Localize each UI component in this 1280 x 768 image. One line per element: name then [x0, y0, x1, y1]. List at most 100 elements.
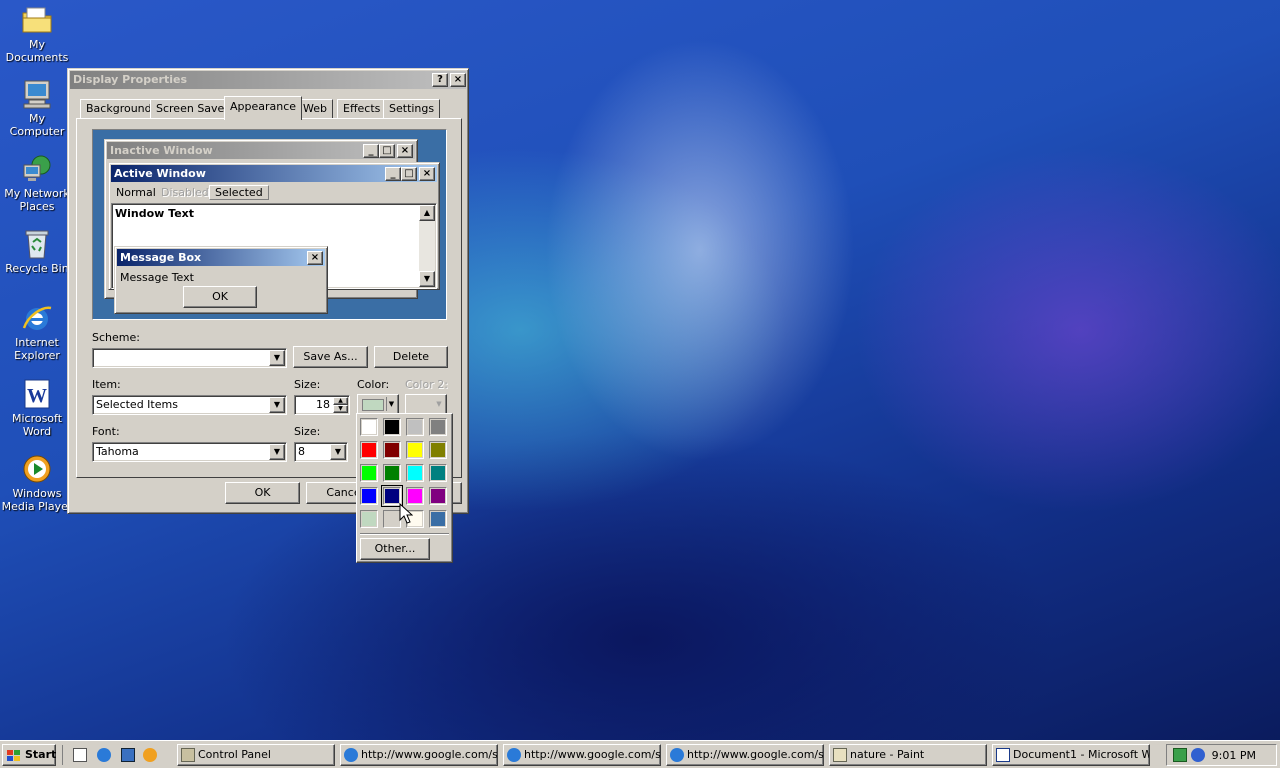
- internet-explorer-icon: [21, 302, 53, 334]
- color-label: Color:: [357, 378, 390, 391]
- update-tray-icon[interactable]: [1191, 748, 1205, 762]
- internet-explorer-icon[interactable]: [97, 748, 111, 762]
- recycle-bin-icon: [21, 228, 53, 260]
- color-swatch[interactable]: [383, 418, 401, 436]
- color-swatch[interactable]: [429, 487, 447, 505]
- chevron-down-icon: ▼: [386, 397, 396, 411]
- color-swatch[interactable]: [429, 510, 447, 528]
- taskbar-button-control-panel[interactable]: Control Panel: [177, 744, 335, 766]
- quick-launch: [62, 745, 166, 765]
- preview-window-text: Window Text: [115, 207, 195, 220]
- font-size-select[interactable]: 8 ▼: [294, 442, 348, 462]
- color-swatch[interactable]: [360, 418, 378, 436]
- color-button-swatch: [362, 399, 384, 411]
- desktop-icon-recycle-bin[interactable]: Recycle Bin: [0, 228, 74, 275]
- color-swatch[interactable]: [360, 510, 378, 528]
- network-icon: [21, 153, 53, 185]
- scheme-select[interactable]: ▼: [92, 348, 287, 368]
- desktop-icon-my-documents[interactable]: My Documents: [0, 4, 74, 64]
- close-button[interactable]: ×: [450, 73, 466, 87]
- clock[interactable]: 9:01 PM: [1212, 749, 1256, 762]
- font-select[interactable]: Tahoma ▼: [92, 442, 287, 462]
- word-icon: [996, 748, 1010, 762]
- color-swatch[interactable]: [406, 464, 424, 482]
- preview-message-title: Message Box: [120, 251, 202, 264]
- taskbar-button-word[interactable]: Document1 - Microsoft W...: [992, 744, 1150, 766]
- svg-text:W: W: [27, 385, 47, 407]
- network-tray-icon[interactable]: [1173, 748, 1187, 762]
- color-swatch[interactable]: [360, 441, 378, 459]
- color-swatch[interactable]: [383, 441, 401, 459]
- spin-up-icon[interactable]: ▲: [333, 397, 348, 405]
- chevron-down-icon[interactable]: ▼: [269, 350, 285, 366]
- font-size-label: Size:: [294, 425, 321, 438]
- desktop-icon-windows-media-player[interactable]: Windows Media Player: [0, 453, 74, 513]
- desktop-icon-label: My Computer: [9, 112, 65, 138]
- show-desktop-icon[interactable]: [73, 748, 87, 762]
- preview-menu-disabled: Disabled: [161, 186, 209, 199]
- color-picker-popup: Other...: [356, 413, 453, 563]
- color-swatch[interactable]: [360, 487, 378, 505]
- desktop-icon-label: My Network Places: [4, 187, 70, 213]
- preview-active-title: Active Window: [114, 167, 206, 180]
- paint-icon: [833, 748, 847, 762]
- preview-menu-normal: Normal: [116, 186, 156, 199]
- taskbar-button-google-3[interactable]: http://www.google.com/s...: [666, 744, 824, 766]
- color-swatch[interactable]: [429, 441, 447, 459]
- color-swatch[interactable]: [406, 441, 424, 459]
- desktop-icon-label: Microsoft Word: [11, 412, 63, 438]
- desktop-icon-my-computer[interactable]: My Computer: [0, 78, 74, 138]
- outlook-express-icon[interactable]: [121, 748, 135, 762]
- color-swatch[interactable]: [383, 464, 401, 482]
- preview-menu-selected: Selected: [209, 185, 269, 200]
- color-swatch[interactable]: [360, 464, 378, 482]
- color-swatch[interactable]: [406, 418, 424, 436]
- chevron-down-icon: ▼: [436, 400, 442, 408]
- start-button[interactable]: Start: [2, 744, 56, 766]
- tab-screen-saver[interactable]: Screen Saver: [150, 99, 235, 119]
- maximize-icon: □: [379, 144, 395, 158]
- maximize-icon: □: [401, 167, 417, 181]
- chevron-down-icon[interactable]: ▼: [269, 397, 285, 413]
- tab-background[interactable]: Background: [80, 99, 158, 119]
- tab-effects[interactable]: Effects: [337, 99, 387, 119]
- font-label: Font:: [92, 425, 120, 438]
- desktop-icon-internet-explorer[interactable]: Internet Explorer: [0, 302, 74, 362]
- preview-message-ok: OK: [183, 286, 257, 308]
- ok-button[interactable]: OK: [225, 482, 300, 504]
- internet-explorer-icon: [507, 748, 521, 762]
- chevron-down-icon[interactable]: ▼: [269, 444, 285, 460]
- tab-appearance[interactable]: Appearance: [224, 96, 303, 120]
- spin-down-icon[interactable]: ▼: [333, 405, 348, 413]
- internet-explorer-icon: [670, 748, 684, 762]
- media-player-icon[interactable]: [143, 748, 157, 762]
- taskbar-button-google-1[interactable]: http://www.google.com/s...: [340, 744, 498, 766]
- save-as-button[interactable]: Save As...: [293, 346, 368, 368]
- divider: [360, 533, 449, 535]
- desktop-icon-my-network-places[interactable]: My Network Places: [0, 153, 74, 213]
- taskbar-button-paint[interactable]: nature - Paint: [829, 744, 987, 766]
- preview-message-box: Message Box × Message Text OK: [114, 246, 328, 314]
- tab-web[interactable]: Web: [297, 99, 333, 119]
- desktop-icon-microsoft-word[interactable]: W Microsoft Word: [0, 378, 74, 438]
- dialog-titlebar[interactable]: Display Properties: [70, 71, 466, 89]
- other-color-button[interactable]: Other...: [360, 538, 430, 560]
- word-icon: W: [21, 378, 53, 410]
- delete-button[interactable]: Delete: [374, 346, 448, 368]
- desktop-icon-label: Internet Explorer: [14, 336, 60, 362]
- chevron-down-icon[interactable]: ▼: [330, 444, 346, 460]
- desktop-icon-label: My Documents: [5, 38, 69, 64]
- color-swatch[interactable]: [429, 418, 447, 436]
- color-swatch[interactable]: [429, 464, 447, 482]
- item-size-spinner[interactable]: 18 ▲ ▼: [294, 395, 350, 415]
- preview-inactive-title: Inactive Window: [110, 144, 213, 157]
- help-button[interactable]: ?: [432, 73, 448, 87]
- mouse-cursor-icon: [399, 502, 414, 525]
- close-icon: ×: [419, 167, 435, 181]
- windows-logo-icon: [7, 749, 21, 761]
- item-select[interactable]: Selected Items ▼: [92, 395, 287, 415]
- minimize-icon: _: [363, 144, 379, 158]
- close-icon: ×: [397, 144, 413, 158]
- tab-settings[interactable]: Settings: [383, 99, 441, 119]
- taskbar-button-google-2[interactable]: http://www.google.com/s...: [503, 744, 661, 766]
